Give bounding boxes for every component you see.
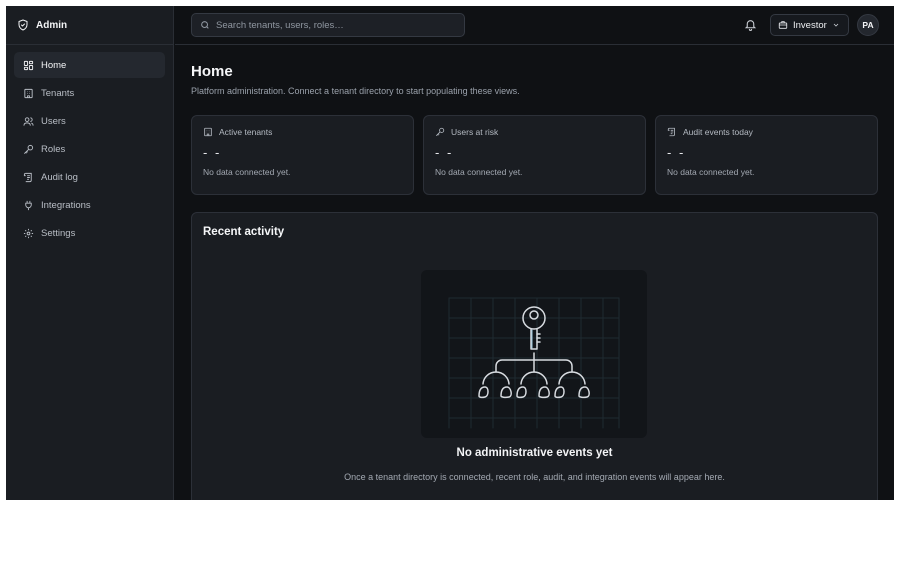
stat-card-audit-events: Audit events today - - No data connected…: [655, 115, 878, 195]
sidebar-item-label: Roles: [41, 143, 66, 155]
panel-title: Recent activity: [203, 226, 285, 238]
app-window: Admin Home Tenants Users Roles Audit log…: [6, 6, 894, 500]
topbar: Investor PA: [175, 6, 894, 45]
plug-icon: [23, 200, 34, 211]
chevron-down-icon: [832, 21, 840, 29]
recent-activity-panel: Recent activity No administrative events…: [191, 212, 878, 500]
gear-icon: [23, 228, 34, 239]
key-icon: [23, 144, 34, 155]
stat-note: No data connected yet.: [667, 167, 755, 177]
stat-card-users-at-risk: Users at risk - - No data connected yet.: [423, 115, 646, 195]
sidebar-item-audit-log[interactable]: Audit log: [14, 164, 165, 190]
building-icon: [203, 127, 213, 137]
key-icon: [435, 127, 445, 137]
brand[interactable]: Admin: [6, 6, 173, 45]
sidebar-item-home[interactable]: Home: [14, 52, 165, 78]
key-hierarchy-illustration: [421, 270, 647, 438]
page-subtitle: Platform administration. Connect a tenan…: [191, 86, 520, 96]
sidebar-item-integrations[interactable]: Integrations: [14, 192, 165, 218]
sidebar-item-tenants[interactable]: Tenants: [14, 80, 165, 106]
grid-icon: [23, 60, 34, 71]
stat-label: Active tenants: [219, 127, 273, 137]
sidebar-item-label: Settings: [41, 227, 76, 239]
sidebar-nav: Home Tenants Users Roles Audit log Integ…: [6, 45, 173, 255]
stat-label: Users at risk: [451, 127, 499, 137]
scroll-icon: [23, 172, 34, 183]
page-title: Home: [191, 63, 233, 80]
sidebar-item-settings[interactable]: Settings: [14, 220, 165, 246]
stat-value: - -: [203, 145, 222, 160]
empty-state-text: Once a tenant directory is connected, re…: [344, 472, 725, 482]
sidebar-item-roles[interactable]: Roles: [14, 136, 165, 162]
search-icon: [200, 20, 210, 30]
stat-value: - -: [435, 145, 454, 160]
stat-label: Audit events today: [683, 127, 753, 137]
sidebar-item-label: Tenants: [41, 87, 75, 99]
scroll-icon: [667, 127, 677, 137]
stat-value: - -: [667, 145, 686, 160]
briefcase-icon: [778, 20, 788, 30]
sidebar-item-label: Integrations: [41, 199, 91, 211]
brand-label: Admin: [36, 19, 68, 31]
stat-note: No data connected yet.: [203, 167, 291, 177]
stat-note: No data connected yet.: [435, 167, 523, 177]
stats-row: Active tenants - - No data connected yet…: [191, 115, 878, 195]
building-icon: [23, 88, 34, 99]
empty-state-title: No administrative events yet: [456, 447, 613, 459]
search-box[interactable]: [191, 13, 465, 37]
avatar[interactable]: PA: [857, 14, 879, 36]
sidebar: Admin Home Tenants Users Roles Audit log…: [6, 6, 174, 500]
main-content: Home Platform administration. Connect a …: [191, 45, 878, 500]
sidebar-item-users[interactable]: Users: [14, 108, 165, 134]
stat-card-active-tenants: Active tenants - - No data connected yet…: [191, 115, 414, 195]
sidebar-item-label: Home: [41, 59, 67, 71]
shield-icon: [17, 19, 29, 31]
workspace-label: Investor: [793, 19, 827, 31]
bell-icon[interactable]: [744, 18, 757, 31]
users-icon: [23, 116, 34, 127]
sidebar-item-label: Audit log: [41, 171, 78, 183]
search-input[interactable]: [216, 19, 456, 31]
workspace-switcher[interactable]: Investor: [770, 14, 849, 36]
sidebar-item-label: Users: [41, 115, 66, 127]
